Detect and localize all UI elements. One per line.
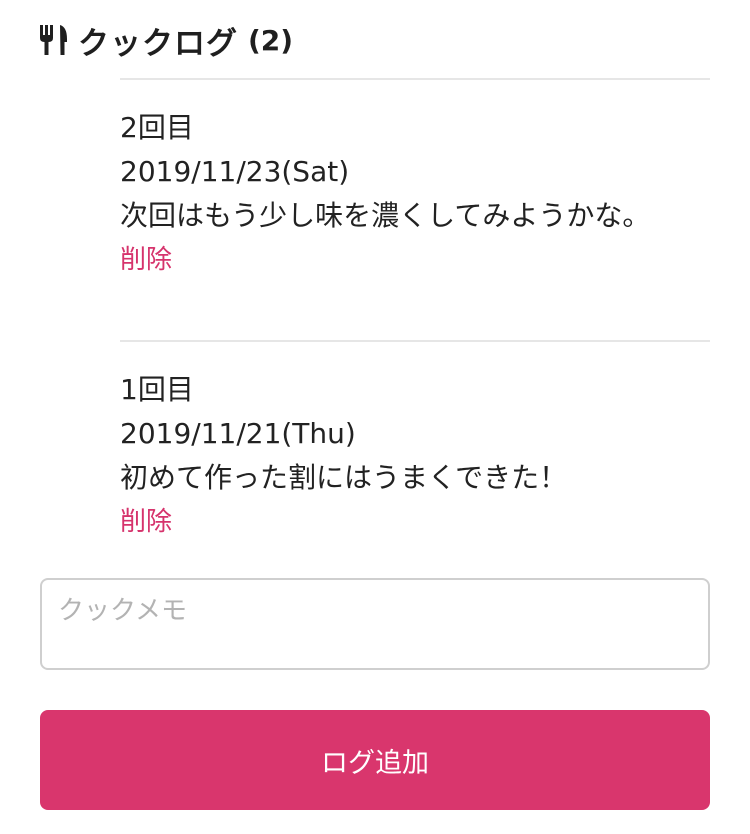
page-title: クックログ [78, 25, 238, 62]
log-number: 1回目 [120, 373, 194, 406]
add-log-button[interactable]: ログ追加 [40, 710, 710, 810]
fork-knife-icon [38, 23, 70, 57]
log-memo: 初めて作った割にはうまくできた！ [120, 461, 568, 494]
cooklog-list: 2回目 2019/11/23(Sat) 次回はもう少し味を濃くしてみようかな。 … [120, 78, 710, 560]
delete-link[interactable]: 削除 [120, 502, 172, 542]
log-date: 2019/11/23(Sat) [120, 155, 350, 188]
log-memo: 次回はもう少し味を濃くしてみようかな。 [120, 199, 651, 232]
log-date: 2019/11/21(Thu) [120, 417, 356, 450]
log-entry: 2回目 2019/11/23(Sat) 次回はもう少し味を濃くしてみようかな。 … [120, 78, 710, 340]
log-count: (2) [248, 23, 294, 57]
log-entry: 1回目 2019/11/21(Thu) 初めて作った割にはうまくできた！ 削除 [120, 340, 710, 560]
cook-memo-input[interactable] [40, 578, 710, 670]
delete-link[interactable]: 削除 [120, 240, 172, 280]
cooklog-header: クックログ (2) [38, 16, 293, 64]
log-number: 2回目 [120, 111, 194, 144]
